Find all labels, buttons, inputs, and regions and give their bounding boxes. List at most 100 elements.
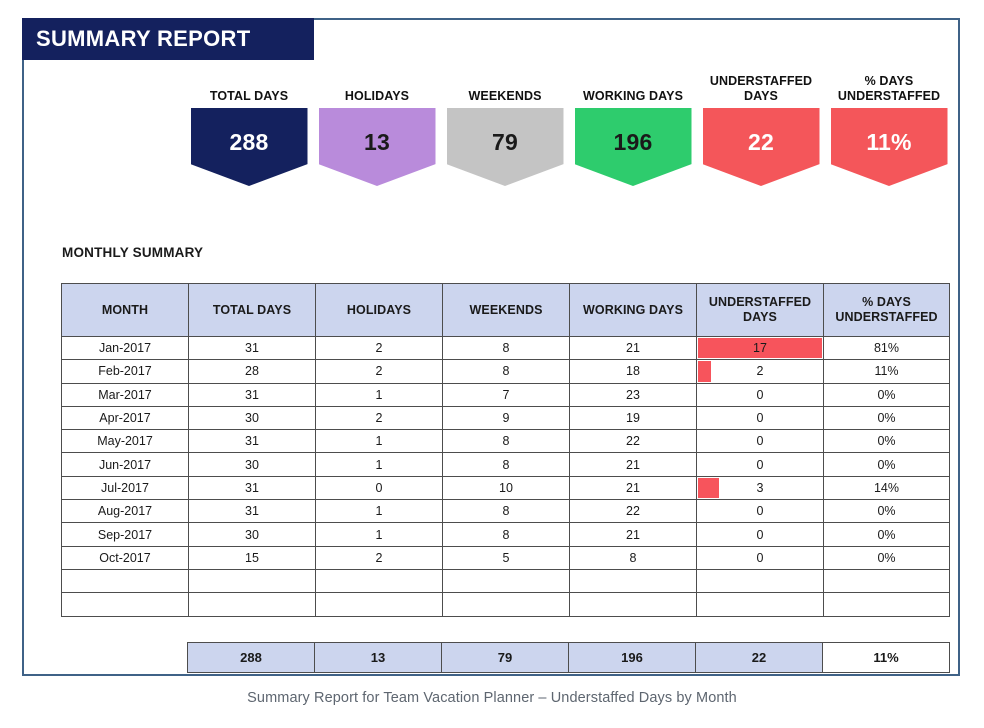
cell-month: Apr-2017 bbox=[61, 405, 189, 431]
column-header-line1: % DAYS bbox=[862, 295, 911, 309]
table-row: Aug-2017 31 1 8 22 0 0% bbox=[61, 499, 950, 524]
cell-blank bbox=[188, 568, 316, 594]
cell-pct-understaffed: 14% bbox=[823, 475, 950, 501]
kpi-card-1: HOLIDAYS 13 bbox=[315, 62, 439, 186]
column-header-1: TOTAL DAYS bbox=[188, 283, 316, 337]
kpi-value-4: 22 bbox=[748, 128, 774, 155]
cell-weekends: 8 bbox=[442, 499, 570, 524]
kpi-label-line1: TOTAL DAYS bbox=[209, 89, 289, 103]
kpi-label-4: UNDERSTAFFED DAYS bbox=[710, 62, 812, 108]
understaffed-days-value: 0 bbox=[756, 550, 764, 565]
cell-total_days: 15 bbox=[188, 545, 316, 570]
cell-month: Jul-2017 bbox=[61, 475, 189, 501]
cell-blank bbox=[315, 592, 443, 617]
cell-understaffed-days: 3 bbox=[696, 475, 824, 501]
column-header-line1: UNDERSTAFFED bbox=[708, 295, 812, 309]
cell-month: Aug-2017 bbox=[61, 499, 189, 524]
cell-holidays: 2 bbox=[315, 545, 443, 570]
kpi-label-line1: UNDERSTAFFED bbox=[709, 74, 813, 88]
table-row: Jun-2017 30 1 8 21 0 0% bbox=[61, 452, 950, 477]
cell-pct-understaffed: 0% bbox=[823, 522, 950, 547]
cell-month: Jun-2017 bbox=[61, 452, 189, 477]
cell-holidays: 2 bbox=[315, 359, 443, 384]
table-body: Jan-2017 31 2 8 21 17 81% Feb-2017 28 2 8 18 2 11% Mar… bbox=[61, 335, 950, 617]
cell-understaffed-days: 0 bbox=[696, 499, 824, 524]
cell-understaffed-days: 0 bbox=[696, 382, 824, 407]
table-row: Apr-2017 30 2 9 19 0 0% bbox=[61, 405, 950, 431]
kpi-label-2: WEEKENDS bbox=[468, 62, 541, 108]
cell-understaffed-days: 0 bbox=[696, 522, 824, 547]
kpi-value-5: 11% bbox=[866, 128, 912, 155]
report-frame: SUMMARY REPORT TOTAL DAYS 288 HOLIDAYS 13 WE… bbox=[22, 18, 960, 676]
cell-working_days: 21 bbox=[569, 522, 697, 547]
cell-understaffed-days: 0 bbox=[696, 452, 824, 477]
table-row: Feb-2017 28 2 8 18 2 11% bbox=[61, 359, 950, 384]
kpi-label-0: TOTAL DAYS bbox=[210, 62, 288, 108]
kpi-label-line2: DAYS bbox=[744, 89, 778, 103]
kpi-card-4: UNDERSTAFFED DAYS 22 bbox=[699, 62, 823, 186]
column-header-line2: UNDERSTAFFED bbox=[835, 310, 938, 324]
cell-blank bbox=[823, 568, 950, 594]
cell-blank bbox=[315, 568, 443, 594]
column-header-line1: WORKING DAYS bbox=[582, 302, 684, 317]
kpi-card-3: WORKING DAYS 196 bbox=[571, 62, 695, 186]
table-row: Jul-2017 31 0 10 21 3 14% bbox=[61, 475, 950, 501]
page-title: SUMMARY REPORT bbox=[36, 26, 251, 51]
kpi-label-5: % DAYS UNDERSTAFFED bbox=[838, 62, 940, 108]
totals-cell-working-days: 196 bbox=[568, 642, 696, 673]
kpi-banner-shape-0: 288 bbox=[190, 108, 308, 186]
cell-pct-understaffed: 0% bbox=[823, 405, 950, 431]
cell-blank bbox=[442, 568, 570, 594]
cell-total_days: 31 bbox=[188, 382, 316, 407]
cell-month: Jan-2017 bbox=[61, 335, 189, 361]
cell-month: May-2017 bbox=[61, 429, 189, 454]
totals-cell-pct-understaffed: 11% bbox=[822, 642, 950, 673]
cell-holidays: 2 bbox=[315, 405, 443, 431]
column-header-3: WEEKENDS bbox=[442, 283, 570, 337]
cell-understaffed-days: 0 bbox=[696, 545, 824, 570]
cell-blank bbox=[61, 568, 189, 594]
understaffed-days-value: 2 bbox=[756, 364, 764, 379]
cell-weekends: 5 bbox=[442, 545, 570, 570]
cell-blank bbox=[823, 592, 950, 617]
table-row: Jan-2017 31 2 8 21 17 81% bbox=[61, 335, 950, 361]
understaffed-days-value: 0 bbox=[756, 387, 764, 402]
cell-understaffed-days: 17 bbox=[696, 335, 824, 361]
cell-understaffed-days: 2 bbox=[696, 359, 824, 384]
cell-total_days: 31 bbox=[188, 429, 316, 454]
totals-row: 288 13 79 196 22 11% bbox=[187, 642, 950, 673]
cell-weekends: 8 bbox=[442, 429, 570, 454]
cell-blank bbox=[696, 568, 824, 594]
kpi-banner-shape-3: 196 bbox=[574, 108, 692, 186]
cell-holidays: 1 bbox=[315, 382, 443, 407]
table-row: Sep-2017 30 1 8 21 0 0% bbox=[61, 522, 950, 547]
kpi-card-2: WEEKENDS 79 bbox=[443, 62, 567, 186]
cell-working_days: 19 bbox=[569, 405, 697, 431]
cell-pct-understaffed: 0% bbox=[823, 545, 950, 570]
kpi-banner-shape-1: 13 bbox=[318, 108, 436, 186]
column-header-line1: MONTH bbox=[101, 302, 149, 317]
report-title-bar: SUMMARY REPORT bbox=[22, 18, 314, 60]
cell-total_days: 30 bbox=[188, 452, 316, 477]
cell-working_days: 22 bbox=[569, 499, 697, 524]
cell-total_days: 31 bbox=[188, 499, 316, 524]
cell-weekends: 8 bbox=[442, 522, 570, 547]
kpi-card-5: % DAYS UNDERSTAFFED 11% bbox=[827, 62, 951, 186]
cell-month: Feb-2017 bbox=[61, 359, 189, 384]
cell-month: Oct-2017 bbox=[61, 545, 189, 570]
column-header-line1: WEEKENDS bbox=[469, 302, 543, 317]
column-header-0: MONTH bbox=[61, 283, 189, 337]
kpi-value-2: 79 bbox=[492, 128, 518, 155]
column-header-line1: TOTAL DAYS bbox=[212, 302, 292, 317]
kpi-banner-shape-2: 79 bbox=[446, 108, 564, 186]
cell-pct-understaffed: 0% bbox=[823, 429, 950, 454]
cell-holidays: 1 bbox=[315, 452, 443, 477]
databar-fill bbox=[698, 361, 712, 382]
kpi-banner-shape-5: 11% bbox=[830, 108, 948, 186]
column-header-line2: DAYS bbox=[743, 310, 777, 324]
cell-pct-understaffed: 0% bbox=[823, 452, 950, 477]
kpi-card-0: TOTAL DAYS 288 bbox=[187, 62, 311, 186]
totals-cell-weekends: 79 bbox=[441, 642, 569, 673]
cell-pct-understaffed: 81% bbox=[823, 335, 950, 361]
cell-holidays: 1 bbox=[315, 429, 443, 454]
